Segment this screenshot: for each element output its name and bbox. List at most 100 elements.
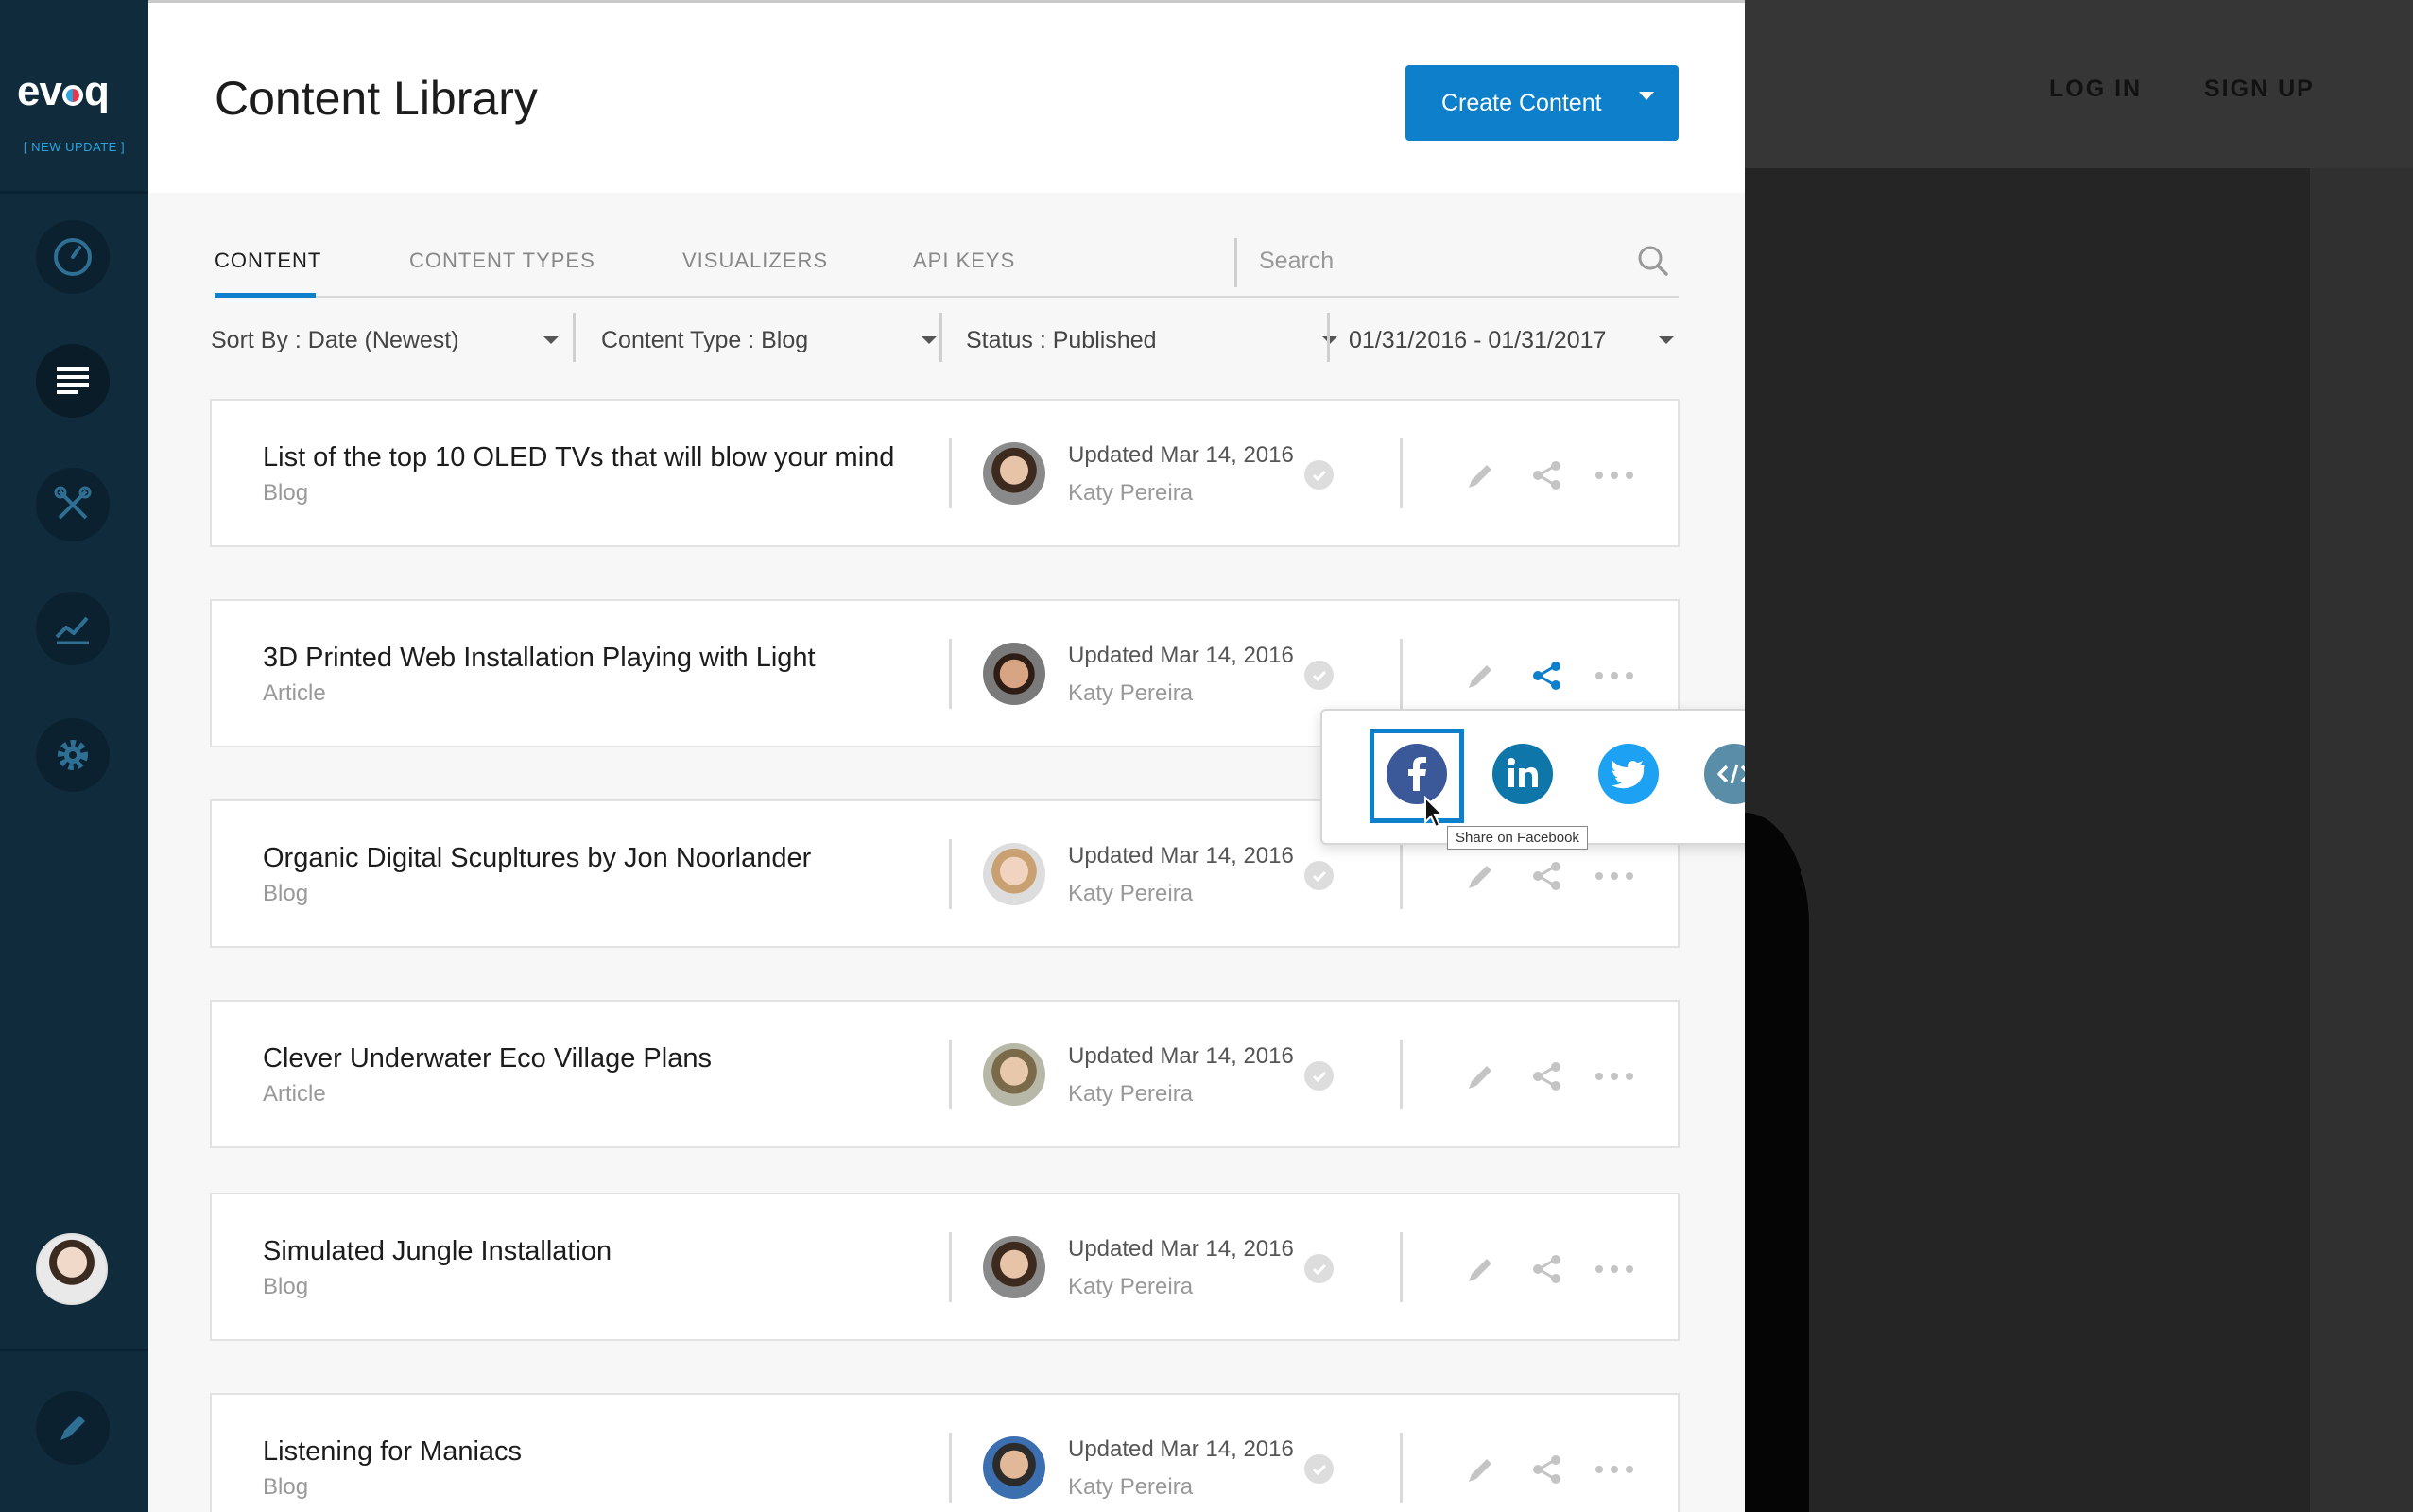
login-link[interactable]: LOG IN: [2049, 76, 2142, 103]
sidebar-divider: [0, 191, 148, 194]
chevron-down-icon: [1659, 336, 1674, 344]
author-name: Katy Pereira: [1068, 480, 1194, 506]
content-title[interactable]: Clever Underwater Eco Village Plans: [263, 1043, 712, 1074]
content-title[interactable]: List of the top 10 OLED TVs that will bl…: [263, 442, 894, 473]
sidebar-item-tools[interactable]: [36, 468, 110, 541]
sidebar-item-settings[interactable]: [36, 718, 110, 792]
author-name: Katy Pereira: [1068, 1474, 1194, 1500]
more-options-icon[interactable]: [1594, 660, 1635, 692]
content-row[interactable]: Clever Underwater Eco Village Plans Artic…: [210, 1000, 1680, 1148]
updated-date: Updated Mar 14, 2016: [1068, 1436, 1294, 1462]
share-icon[interactable]: [1530, 1253, 1562, 1285]
share-embed-button[interactable]: [1704, 744, 1745, 804]
published-check-icon: [1304, 661, 1334, 690]
chart-line-icon: [55, 616, 89, 644]
share-icon[interactable]: [1530, 1060, 1562, 1092]
author-avatar: [983, 1043, 1045, 1106]
background-shape: [1745, 813, 1809, 1512]
search-divider: [1234, 238, 1237, 287]
updated-date: Updated Mar 14, 2016: [1068, 643, 1294, 668]
sidebar-item-content[interactable]: [36, 344, 110, 418]
author-avatar: [983, 643, 1045, 705]
date-range-filter-label: 01/31/2016 - 01/31/2017: [1349, 326, 1607, 353]
row-divider: [1400, 1040, 1403, 1109]
author-avatar: [983, 442, 1045, 505]
tab-content[interactable]: CONTENT: [215, 249, 321, 273]
evoq-logo[interactable]: ev q: [17, 68, 110, 115]
background-header: LOG IN SIGN UP: [1745, 0, 2413, 168]
row-divider: [1400, 1232, 1403, 1302]
edit-icon[interactable]: [1464, 1453, 1496, 1486]
content-row[interactable]: Listening for Maniacs Blog Updated Mar 14,…: [210, 1393, 1680, 1512]
sidebar-item-analytics[interactable]: [36, 592, 110, 665]
filter-divider: [1327, 313, 1330, 362]
share-icon[interactable]: [1530, 660, 1562, 692]
sidebar-edit-button[interactable]: [36, 1391, 110, 1465]
share-icon[interactable]: [1530, 1453, 1562, 1486]
content-row[interactable]: Simulated Jungle Installation Blog Updated…: [210, 1193, 1680, 1341]
content-type-filter[interactable]: Content Type : Blog: [601, 318, 937, 363]
sidebar-item-dashboard[interactable]: [36, 220, 110, 294]
more-options-icon[interactable]: [1594, 1060, 1635, 1092]
edit-icon[interactable]: [1464, 660, 1496, 692]
filter-divider: [939, 313, 942, 362]
sort-filter[interactable]: Sort By : Date (Newest): [211, 318, 559, 363]
search-input[interactable]: [1259, 242, 1618, 280]
tabs-baseline: [215, 296, 1679, 298]
edit-icon[interactable]: [1464, 1253, 1496, 1285]
content-title[interactable]: 3D Printed Web Installation Playing with…: [263, 643, 816, 674]
pencil-icon: [60, 1416, 85, 1440]
content-type-filter-label: Content Type : Blog: [601, 326, 809, 353]
date-range-filter[interactable]: 01/31/2016 - 01/31/2017: [1349, 318, 1674, 363]
status-filter[interactable]: Status : Published: [966, 318, 1337, 363]
tab-api-keys[interactable]: API KEYS: [913, 249, 1015, 273]
share-icon[interactable]: [1530, 459, 1562, 491]
content-library-panel: Content Library Create Content CONTENT C…: [148, 0, 1745, 1512]
share-menu: [1320, 709, 1745, 845]
tools-icon: [54, 486, 92, 520]
new-update-tag[interactable]: [ NEW UPDATE ]: [0, 140, 148, 154]
page-title: Content Library: [215, 72, 538, 125]
filter-divider: [573, 313, 576, 362]
chevron-down-icon: [922, 336, 937, 344]
tab-content-types[interactable]: CONTENT TYPES: [409, 249, 595, 273]
tab-visualizers[interactable]: VISUALIZERS: [682, 249, 828, 273]
create-content-label: Create Content: [1441, 89, 1602, 116]
published-check-icon: [1304, 1061, 1334, 1091]
embed-code-icon: [1717, 764, 1745, 784]
author-name: Katy Pereira: [1068, 881, 1194, 906]
edit-icon[interactable]: [1464, 860, 1496, 892]
row-divider: [1400, 1433, 1403, 1503]
user-avatar[interactable]: [36, 1233, 108, 1305]
sidebar-divider: [0, 1349, 148, 1351]
more-options-icon[interactable]: [1594, 860, 1635, 892]
create-content-button[interactable]: Create Content: [1405, 65, 1679, 141]
search-icon[interactable]: [1636, 244, 1670, 278]
more-options-icon[interactable]: [1594, 1253, 1635, 1285]
active-tab-indicator: [215, 293, 316, 298]
content-title[interactable]: Listening for Maniacs: [263, 1436, 522, 1468]
row-divider: [949, 639, 952, 709]
row-divider: [1400, 438, 1403, 508]
content-title[interactable]: Simulated Jungle Installation: [263, 1236, 612, 1267]
more-options-icon[interactable]: [1594, 1453, 1635, 1486]
content-title[interactable]: Organic Digital Scupltures by Jon Noorla…: [263, 843, 811, 874]
more-options-icon[interactable]: [1594, 459, 1635, 491]
share-linkedin-button[interactable]: [1492, 744, 1553, 804]
content-row[interactable]: List of the top 10 OLED TVs that will bl…: [210, 399, 1680, 547]
author-name: Katy Pereira: [1068, 1081, 1194, 1107]
sort-filter-label: Sort By : Date (Newest): [211, 326, 459, 353]
share-twitter-button[interactable]: [1598, 744, 1659, 804]
signup-link[interactable]: SIGN UP: [2204, 76, 2315, 103]
gauge-icon: [54, 238, 92, 276]
edit-icon[interactable]: [1464, 459, 1496, 491]
updated-date: Updated Mar 14, 2016: [1068, 442, 1294, 468]
share-icon[interactable]: [1530, 860, 1562, 892]
edit-icon[interactable]: [1464, 1060, 1496, 1092]
author-avatar: [983, 1236, 1045, 1298]
author-avatar: [983, 1436, 1045, 1499]
chevron-down-icon[interactable]: [1639, 92, 1654, 100]
background-panel: [1745, 168, 2310, 1512]
row-divider: [949, 839, 952, 909]
mouse-cursor-icon: [1424, 796, 1445, 829]
